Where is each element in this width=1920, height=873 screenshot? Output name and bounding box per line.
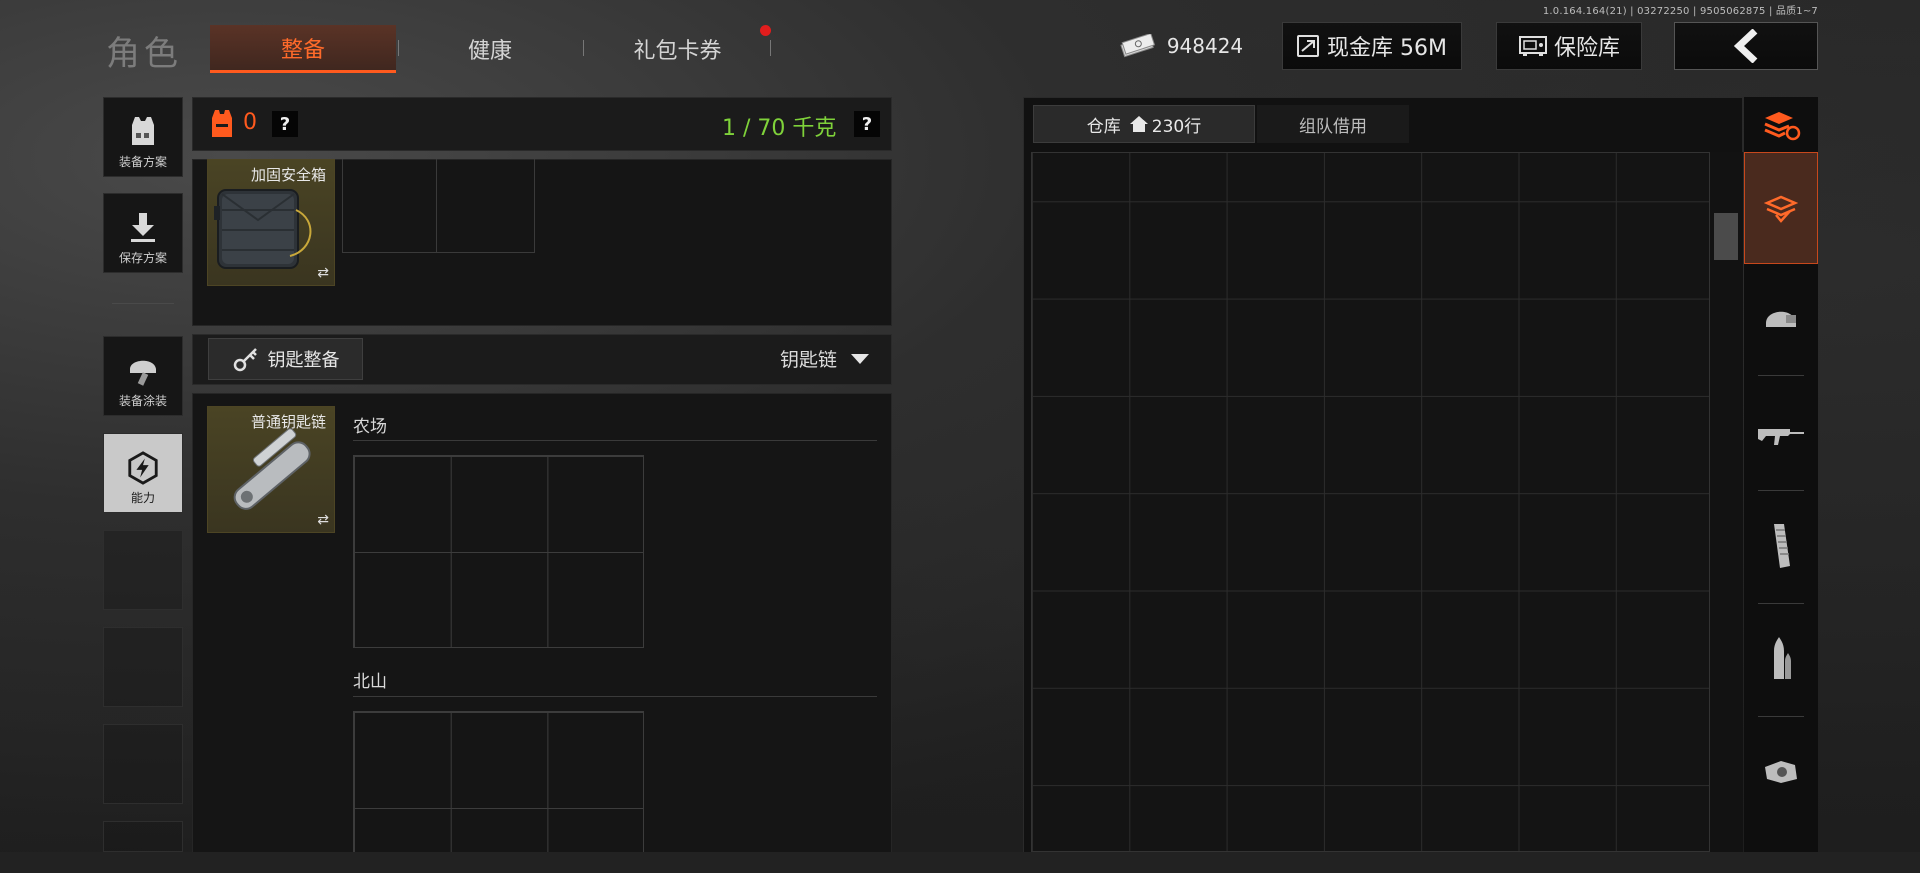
refresh-stack-icon	[1764, 111, 1801, 140]
category-divider	[1758, 375, 1804, 376]
tab-warehouse[interactable]: 仓库 230行	[1033, 105, 1255, 143]
category-weapon[interactable]	[1744, 385, 1818, 483]
magazine-icon	[1774, 524, 1790, 568]
back-arrow-icon	[1733, 29, 1758, 63]
game-screen: 1.0.164.164(21) | 03272250 | 9505062875 …	[0, 0, 1920, 873]
home-icon	[1129, 116, 1148, 132]
tab-gift-cards[interactable]: 礼包卡券	[585, 25, 770, 73]
chevron-down-icon	[851, 353, 870, 364]
all-items-icon	[1764, 195, 1798, 223]
category-divider	[1758, 490, 1804, 491]
swap-icon[interactable]: ⇄	[317, 512, 329, 528]
helmet-paint-icon	[126, 354, 160, 388]
ammo-icon	[1774, 637, 1791, 679]
page-title: 角色	[106, 34, 182, 74]
skin-button[interactable]: 装备涂装	[103, 336, 183, 416]
empty-slot	[103, 627, 183, 707]
weight-help-button[interactable]: ?	[854, 111, 880, 137]
farm-key-grid[interactable]	[353, 455, 644, 648]
keychain-slot[interactable]: 普通钥匙链 ⇄	[207, 406, 335, 533]
lightning-hex-icon	[126, 451, 160, 485]
category-attachment[interactable]	[1744, 723, 1818, 821]
cash-vault-label: 现金库 56M	[1327, 36, 1447, 61]
empty-slot	[103, 724, 183, 804]
notification-dot	[760, 25, 771, 36]
weight-capacity: 1 / 70 千克	[722, 116, 837, 141]
money-display: 948424	[1112, 22, 1250, 70]
rifle-icon	[1758, 429, 1804, 445]
keychain-dropdown[interactable]: 钥匙链	[780, 345, 870, 372]
scrollbar-thumb[interactable]	[1714, 213, 1738, 260]
north-mountain-key-grid[interactable]	[353, 711, 644, 852]
tab-team-borrow[interactable]: 组队借用	[1257, 105, 1409, 143]
tab-equip[interactable]: 整备	[210, 25, 396, 73]
ability-button[interactable]: 能力	[103, 433, 183, 513]
sidebar-divider	[112, 303, 174, 304]
vault-icon	[1297, 35, 1319, 57]
tab-divider	[583, 40, 584, 56]
section-divider	[353, 440, 877, 441]
version-text: 1.0.164.164(21) | 03272250 | 9505062875 …	[1542, 6, 1818, 17]
category-magazine[interactable]	[1744, 497, 1818, 595]
swap-icon[interactable]: ⇄	[317, 265, 329, 281]
case-grid-cell[interactable]	[342, 159, 437, 253]
ability-label: 能力	[130, 491, 155, 505]
section-divider	[353, 696, 877, 697]
money-value: 948424	[1166, 34, 1244, 58]
section-farm-label: 农场	[353, 417, 387, 437]
cash-icon	[1120, 34, 1155, 58]
scope-icon	[1765, 761, 1797, 783]
helmet-icon	[1766, 311, 1796, 327]
empty-slot	[103, 821, 183, 852]
case-grid-cell[interactable]	[436, 159, 535, 253]
keychain-name: 普通钥匙链	[250, 413, 326, 431]
key-loadout-button[interactable]: 钥匙整备	[208, 338, 363, 380]
warehouse-rows: 230行	[1151, 116, 1202, 137]
tab-health[interactable]: 健康	[400, 25, 580, 73]
secure-case-name: 加固安全箱	[250, 166, 326, 184]
category-divider	[1758, 603, 1804, 604]
tab-divider	[770, 40, 771, 56]
loadout-plan-button[interactable]: 装备方案	[103, 97, 183, 177]
section-north-mountain-label: 北山	[353, 672, 387, 692]
save-plan-label: 保存方案	[118, 251, 167, 265]
cash-vault-button[interactable]: 现金库 56M	[1282, 22, 1462, 70]
category-all[interactable]	[1744, 152, 1818, 264]
empty-slot	[103, 530, 183, 610]
safe-button[interactable]: 保险库	[1496, 22, 1642, 70]
tab-divider	[398, 40, 399, 56]
save-plan-button[interactable]: 保存方案	[103, 193, 183, 273]
loadout-plan-label: 装备方案	[118, 155, 167, 169]
keychain-dropdown-label: 钥匙链	[780, 349, 838, 371]
vest-icon	[126, 115, 160, 149]
key-loadout-label: 钥匙整备	[267, 350, 340, 371]
bottom-strip	[0, 852, 1920, 873]
category-ammo[interactable]	[1744, 610, 1818, 708]
safe-icon	[1518, 36, 1547, 56]
back-button[interactable]	[1674, 22, 1818, 70]
armor-icon	[212, 110, 232, 137]
armor-help-button[interactable]: ?	[272, 111, 298, 137]
safe-label: 保险库	[1553, 36, 1620, 61]
category-helmet[interactable]	[1744, 269, 1818, 367]
secure-case-slot[interactable]: 加固安全箱 ⇄	[207, 159, 335, 286]
armor-count: 0	[243, 110, 257, 135]
warehouse-grid[interactable]	[1031, 152, 1710, 852]
skin-label: 装备涂装	[118, 394, 167, 408]
category-divider	[1758, 716, 1804, 717]
refresh-stack-button[interactable]	[1744, 97, 1818, 152]
warehouse-tab-label: 仓库	[1086, 116, 1121, 137]
key-icon	[233, 348, 257, 372]
download-icon	[126, 211, 160, 245]
